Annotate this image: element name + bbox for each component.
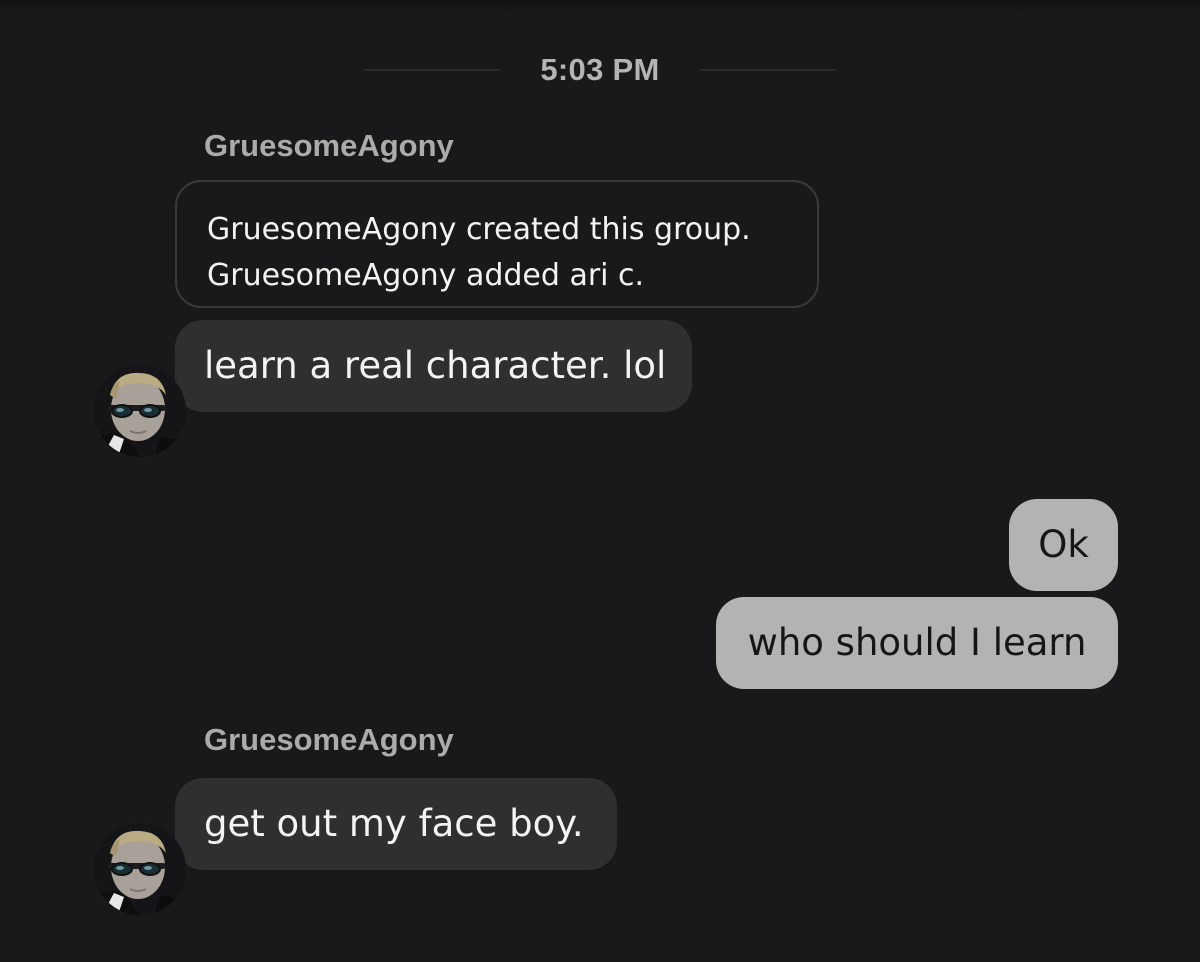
timestamp: 5:03 PM <box>540 52 660 87</box>
sender-name: GruesomeAgony <box>204 128 454 163</box>
outgoing-message-bubble[interactable]: Ok <box>1009 499 1118 591</box>
user-avatar-icon[interactable] <box>94 365 186 457</box>
sender-name: GruesomeAgony <box>204 722 454 757</box>
incoming-message-bubble[interactable]: get out my face boy. <box>175 778 617 870</box>
timestamp-divider-left <box>364 69 500 71</box>
top-shadow <box>0 0 1200 16</box>
system-message-line: GruesomeAgony created this group. <box>207 212 751 247</box>
system-message-line: GruesomeAgony added ari c. <box>207 258 645 293</box>
outgoing-message-bubble[interactable]: who should I learn <box>716 597 1118 689</box>
timestamp-divider-right <box>700 69 836 71</box>
user-avatar-icon[interactable] <box>94 823 186 915</box>
incoming-message-bubble[interactable]: learn a real character. lol <box>175 320 692 412</box>
system-message: GruesomeAgony created this group. Grueso… <box>175 180 819 308</box>
